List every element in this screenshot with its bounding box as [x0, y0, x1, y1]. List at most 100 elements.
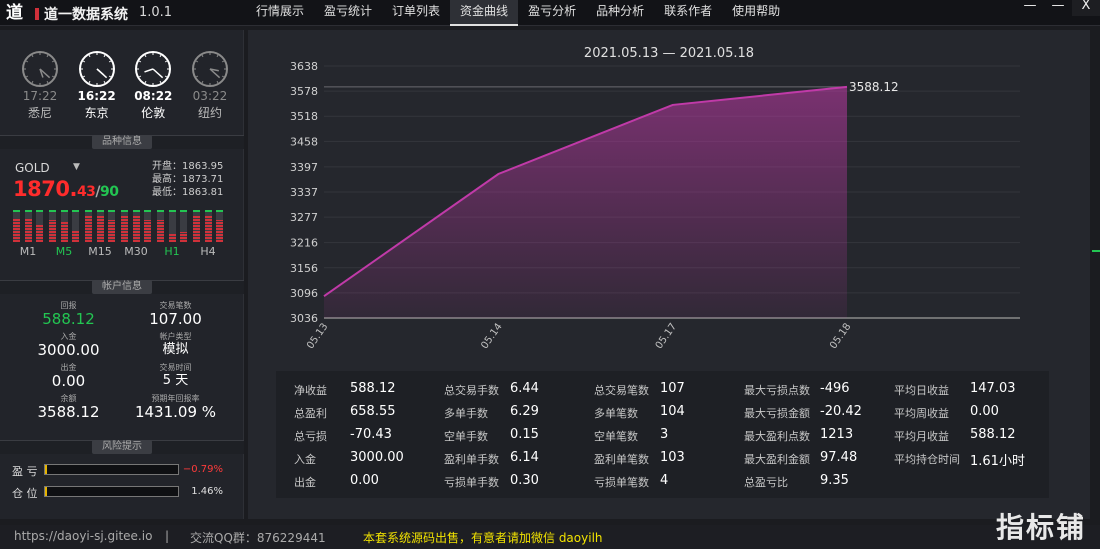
- account-trades: 交易笔数 107.00: [122, 301, 229, 330]
- clock-3: 03:22 纽约: [185, 50, 235, 130]
- timeframe-label: H4: [200, 245, 216, 258]
- timeframe-2[interactable]: M15: [85, 210, 115, 258]
- stat-label: 总亏损: [294, 430, 327, 443]
- timeframe-1[interactable]: M5: [49, 210, 79, 258]
- clock-0: 17:22 悉尼: [15, 50, 65, 130]
- level-column: [204, 210, 212, 242]
- clock-time: 17:22: [22, 89, 58, 103]
- app-title: 道一数据系统: [44, 7, 128, 23]
- stat-value: 588.12: [970, 427, 1016, 442]
- y-tick-label: 3518: [290, 110, 318, 123]
- minimize-button[interactable]: —: [1016, 0, 1044, 16]
- risk-value: 1.46%: [191, 486, 223, 497]
- timeframe-5[interactable]: H4: [193, 210, 223, 258]
- value: 3000.00: [37, 341, 100, 359]
- level-column: [108, 210, 115, 242]
- level-meter: [49, 210, 79, 242]
- tab-2[interactable]: 订单列表: [382, 0, 450, 26]
- stat-value: 3: [660, 427, 669, 442]
- account-balance: 余额 3588.12: [15, 394, 122, 423]
- price-ask: 90: [100, 184, 119, 200]
- timeframe-label: H1: [164, 245, 180, 258]
- clock-city: 伦敦: [141, 106, 166, 120]
- timeframe-bars: M1 M5 M15 M30 H1 H4: [13, 210, 223, 258]
- timeframe-3[interactable]: M30: [121, 210, 151, 258]
- stat-value: -20.42: [820, 404, 862, 419]
- level-column: [168, 210, 176, 242]
- level-column: [96, 210, 104, 242]
- risk-bar: [44, 464, 179, 475]
- value: 0.00: [51, 372, 86, 390]
- value: 3588.12: [37, 403, 100, 421]
- ohl-block: 开盘：1863.95 最高：1873.71 最低：1863.81: [152, 160, 223, 199]
- y-tick-label: 3036: [290, 312, 318, 325]
- y-tick-label: 3096: [290, 287, 318, 300]
- section-header-account: 帐户信息: [0, 280, 244, 294]
- account-return: 回报 588.12: [15, 301, 122, 330]
- stat-value: 1213: [820, 427, 854, 442]
- tab-6[interactable]: 联系作者: [654, 0, 722, 26]
- level-column: [216, 210, 223, 242]
- y-tick-label: 3638: [290, 60, 318, 73]
- level-column: [157, 210, 164, 242]
- stat-label: 平均周收益: [894, 407, 949, 420]
- title-bar: 道 道一数据系统 1.0.1 行情展示 盈亏统计 订单列表 资金曲线 盈亏分析 品种分析联…: [0, 0, 1100, 26]
- tab-0[interactable]: 行情展示: [246, 0, 314, 26]
- clock-time: 08:22: [134, 89, 173, 103]
- level-meter: [157, 210, 187, 242]
- tab-3[interactable]: 资金曲线: [450, 0, 519, 26]
- price-display: 1870.43/90: [13, 177, 119, 201]
- edge-marker: [1092, 250, 1100, 252]
- y-tick-label: 3277: [290, 211, 318, 224]
- stat-value: 1.61小时: [970, 454, 1025, 469]
- timeframe-4[interactable]: H1: [157, 210, 187, 258]
- account-type: 帐户类型 模拟: [122, 332, 229, 361]
- y-tick-label: 3156: [290, 262, 318, 275]
- clock-2: 08:22 伦敦: [128, 50, 178, 130]
- price-main: 1870.: [13, 177, 77, 201]
- level-column: [132, 210, 140, 242]
- equity-area: [324, 86, 847, 318]
- tab-5[interactable]: 品种分析: [586, 0, 654, 26]
- stat-label: 最大亏损点数: [744, 384, 810, 397]
- symbol-name: GOLD: [15, 161, 50, 175]
- equity-chart: 3036 3096 3156 3216 3277 3337 3397 3458 3518 3578…: [290, 60, 1020, 351]
- tab-4[interactable]: 盈亏分析: [518, 0, 586, 26]
- symbol-dropdown-icon[interactable]: ▼: [73, 162, 80, 172]
- tab-1[interactable]: 盈亏统计: [314, 0, 382, 26]
- risk-label: 盈 亏: [12, 465, 38, 478]
- label: 出金: [60, 363, 77, 372]
- level-column: [49, 210, 56, 242]
- status-bar: https://daoyi-sj.gitee.io | 交流QQ群：876229…: [0, 525, 1100, 549]
- stat-label: 亏损单手数: [444, 476, 499, 489]
- stat-label: 总交易笔数: [594, 384, 649, 397]
- watermark: 指标铺: [995, 511, 1086, 544]
- restore-button[interactable]: —: [1044, 0, 1072, 16]
- footer-url[interactable]: https://daoyi-sj.gitee.io: [14, 529, 152, 543]
- account-withdraw: 出金 0.00: [15, 363, 122, 392]
- level-column: [144, 210, 151, 242]
- price-tail: 43: [76, 184, 96, 200]
- value: 107.00: [149, 310, 202, 328]
- stat-value: 97.48: [820, 450, 858, 465]
- clock-time: 03:22: [192, 89, 228, 103]
- footer-qq: 交流QQ群：876229441: [190, 531, 326, 545]
- close-button[interactable]: X: [1072, 0, 1100, 16]
- timeframe-0[interactable]: M1: [13, 210, 43, 258]
- section-title: 风险提示: [92, 440, 152, 454]
- clock-face-icon: [191, 51, 228, 87]
- stat-label: 多单手数: [444, 407, 488, 420]
- stat-label: 最大亏损金额: [744, 407, 810, 420]
- timeframe-label: M30: [124, 245, 148, 258]
- stat-value: 104: [660, 404, 685, 419]
- clock-city: 悉尼: [27, 106, 52, 120]
- stat-value: -496: [820, 381, 850, 396]
- value: 588.12: [42, 310, 95, 328]
- low-price: 最低：1863.81: [152, 187, 224, 198]
- high-price: 最高：1873.71: [152, 174, 224, 185]
- level-column: [13, 210, 20, 242]
- x-tick-label: 05.14: [479, 321, 504, 351]
- stat-label: 出金: [294, 476, 316, 489]
- stat-value: -70.43: [350, 427, 392, 442]
- tab-7[interactable]: 使用帮助: [722, 0, 790, 26]
